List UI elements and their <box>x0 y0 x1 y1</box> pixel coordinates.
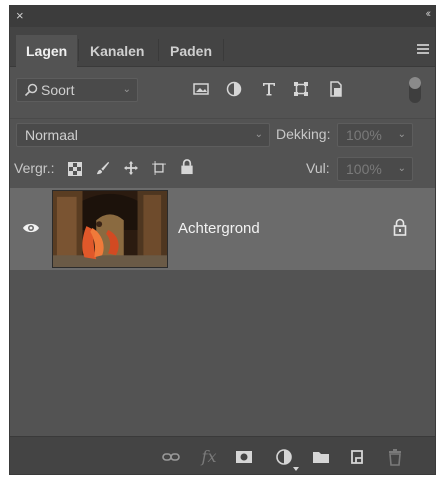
fill-value: 100% <box>346 161 382 177</box>
lock-image-pixels-icon[interactable] <box>96 160 110 176</box>
chevron-down-icon: ⌄ <box>397 129 406 140</box>
panel-menu-icon[interactable] <box>417 44 429 54</box>
tab-channels[interactable]: Kanalen <box>80 35 154 67</box>
lock-label: Vergr.: <box>14 160 55 176</box>
adjustment-layer-icon[interactable] <box>275 448 293 466</box>
opacity-label: Dekking: <box>276 126 331 142</box>
panel-title-bar: × ‹‹ <box>10 6 435 27</box>
panel-footer: fx <box>10 436 435 474</box>
add-mask-icon[interactable] <box>235 448 253 466</box>
chevron-down-icon: ⌄ <box>397 163 406 174</box>
filter-kind-label: Soort <box>41 82 75 98</box>
lock-row: Vergr.: Vul: 100% ⌄ <box>10 153 435 183</box>
layer-thumbnail <box>52 190 168 268</box>
opacity-value: 100% <box>346 127 382 143</box>
lock-position-icon[interactable] <box>124 160 138 176</box>
delete-icon[interactable] <box>386 448 404 466</box>
shape-filter-icon[interactable] <box>293 81 309 97</box>
type-filter-icon[interactable] <box>261 81 277 97</box>
tab-layers[interactable]: Lagen <box>16 35 78 67</box>
close-icon[interactable]: × <box>16 8 24 23</box>
smart-object-filter-icon[interactable] <box>328 81 344 97</box>
lock-artboard-icon[interactable] <box>152 160 166 176</box>
tab-paths[interactable]: Paden <box>160 35 222 67</box>
filter-toggle-knob <box>409 77 421 89</box>
search-icon <box>24 83 38 97</box>
visibility-eye-icon[interactable] <box>22 222 40 234</box>
layer-name[interactable]: Achtergrond <box>178 220 260 237</box>
group-folder-icon[interactable] <box>312 448 330 466</box>
collapse-icon[interactable]: ‹‹ <box>426 8 432 20</box>
chevron-down-icon: ⌄ <box>254 129 263 140</box>
link-layers-icon[interactable] <box>162 448 180 466</box>
tab-divider <box>78 39 79 61</box>
filter-row: Soort ⌄ <box>10 75 435 107</box>
fill-input[interactable]: 100% ⌄ <box>337 157 413 181</box>
filter-toggle[interactable] <box>409 77 421 103</box>
blend-mode-select[interactable]: Normaal ⌄ <box>16 123 270 147</box>
lock-transparent-pixels-icon[interactable] <box>68 161 82 177</box>
layers-panel: × ‹‹ Lagen Kanalen Paden Soort ⌄ Normaal… <box>9 5 436 475</box>
filter-kind-select[interactable]: Soort ⌄ <box>16 78 138 102</box>
tab-bar: Lagen Kanalen Paden <box>10 27 435 67</box>
tab-divider <box>223 39 224 61</box>
lock-all-icon[interactable] <box>180 159 194 175</box>
adjustment-filter-icon[interactable] <box>226 81 242 97</box>
layers-list: Achtergrond <box>10 188 435 436</box>
tab-divider <box>158 39 159 61</box>
fill-label: Vul: <box>306 160 330 176</box>
layer-lock-icon[interactable] <box>393 218 407 236</box>
blend-row: Normaal ⌄ Dekking: 100% ⌄ <box>10 118 435 148</box>
opacity-input[interactable]: 100% ⌄ <box>337 123 413 147</box>
dropdown-indicator-icon <box>293 467 299 471</box>
new-layer-icon[interactable] <box>348 448 366 466</box>
layer-row[interactable]: Achtergrond <box>10 188 435 270</box>
image-filter-icon[interactable] <box>193 81 209 97</box>
blend-mode-value: Normaal <box>25 127 78 143</box>
chevron-down-icon: ⌄ <box>122 84 131 95</box>
fx-icon[interactable]: fx <box>200 448 218 466</box>
